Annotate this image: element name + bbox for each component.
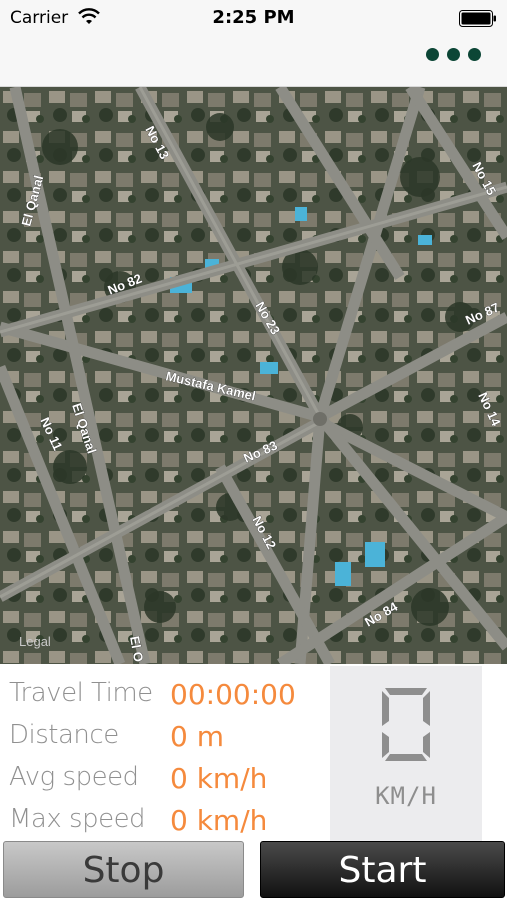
more-options-icon[interactable] [422,42,485,67]
stat-label: Distance [9,720,119,750]
stop-button[interactable]: Stop [3,841,244,898]
menu-dot [468,48,481,61]
speed-digit [382,688,430,761]
stat-row-max-speed: Max speed 0 km/h [0,798,330,839]
stat-value: 0 km/h [170,804,268,837]
nav-bar [0,38,507,87]
menu-dot [426,48,439,61]
satellite-map[interactable]: No 13 No 15 El Qanal No 82 No 23 No 87 M… [0,87,507,664]
battery-icon [459,10,496,27]
stat-label: Avg speed [9,762,139,792]
stat-row-travel-time: Travel Time 00:00:00 [0,672,330,713]
stat-value: 0 km/h [170,762,268,795]
speedometer: 0 KM/H [330,666,482,841]
stat-row-distance: Distance 0 m [0,714,330,755]
stat-value: 0 m [170,720,224,753]
map-legal-link[interactable]: Legal [19,634,51,649]
stat-label: Travel Time [9,678,153,708]
speed-unit: KM/H [375,782,437,810]
speed-value: 0 [402,713,411,730]
status-bar: Carrier 2:25 PM [0,0,507,38]
menu-dot [447,48,460,61]
stat-row-avg-speed: Avg speed 0 km/h [0,756,330,797]
start-button[interactable]: Start [260,841,505,898]
stat-value: 00:00:00 [170,678,296,711]
stat-label: Max speed [9,804,146,834]
status-time: 2:25 PM [212,7,295,28]
map-canvas: No 13 No 15 El Qanal No 82 No 23 No 87 M… [0,87,507,664]
